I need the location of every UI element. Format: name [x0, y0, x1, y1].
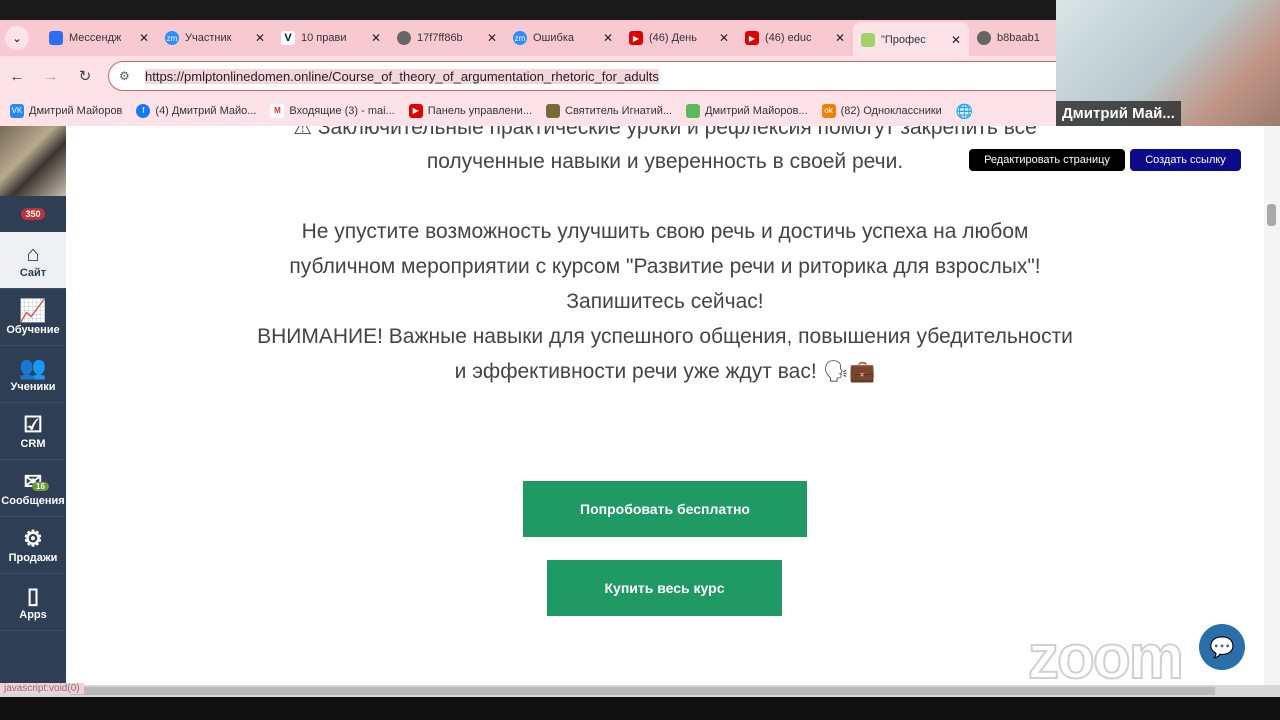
globe-bookmark-icon[interactable]: 🌐 — [956, 103, 973, 120]
content-text: ⚠ Заключительные практические уроки и ре… — [293, 126, 1037, 139]
buy-course-button[interactable]: Купить весь курс — [547, 560, 782, 616]
globe-icon — [977, 31, 991, 45]
youtube-icon: ▶ — [745, 31, 759, 45]
sidebar-item-sales[interactable]: ⚙ Продажи — [0, 517, 66, 574]
sidebar-item-apps[interactable]: ▯ Apps — [0, 574, 66, 631]
green-square-icon — [686, 104, 701, 118]
close-tab-icon[interactable]: ✕ — [951, 33, 961, 47]
forward-icon[interactable]: → — [34, 68, 68, 85]
sidebar-item-crm[interactable]: ☑ CRM — [0, 403, 66, 460]
gmail-icon: M — [270, 104, 285, 118]
zoom-icon: zm — [165, 31, 179, 45]
sidebar: 350 ⌂ Сайт 📈 Обучение 👥 Ученики ☑ CRM ✉ 16 Соо… — [0, 126, 66, 685]
sidebar-item-learning[interactable]: 📈 Обучение — [0, 289, 66, 346]
tab[interactable]: zm Ошибка ✕ — [505, 22, 621, 54]
bookmark[interactable]: ▶ Панель управлени... — [408, 104, 532, 118]
notification-badge: 350 — [21, 208, 45, 220]
odnoklassniki-icon: ok — [821, 104, 836, 118]
bookmark[interactable]: ok (82) Одноклассники — [821, 104, 942, 118]
content-text: ВНИМАНИЕ! Важные навыки для успешного об… — [257, 325, 1073, 348]
content-text: и эффективности речи уже ждут вас! 🗣💼 — [454, 360, 876, 383]
tab[interactable]: V 10 прави ✕ — [273, 22, 389, 54]
avatar[interactable] — [0, 126, 66, 196]
tab[interactable]: ▶ (46) educ ✕ — [737, 22, 853, 54]
url-input[interactable]: ⚙ https://pmlptonlinedomen.online/Course… — [108, 61, 1108, 91]
chart-icon: 📈 — [19, 298, 47, 323]
facebook-icon: f — [136, 104, 151, 118]
users-icon: 👥 — [19, 355, 47, 380]
tab[interactable]: ▶ (46) День ✕ — [621, 22, 737, 54]
sidebar-item-site[interactable]: ⌂ Сайт — [0, 232, 66, 289]
try-free-button[interactable]: Попробовать бесплатно — [523, 481, 807, 537]
icon-image — [546, 104, 560, 118]
close-tab-icon[interactable]: ✕ — [139, 31, 149, 45]
edit-page-button[interactable]: Редактировать страницу — [969, 149, 1125, 171]
tab[interactable]: 17f7ff86b ✕ — [389, 22, 505, 54]
youtube-icon: ▶ — [629, 31, 643, 45]
zoom-icon: zm — [513, 31, 527, 45]
sidebar-item-students[interactable]: 👥 Ученики — [0, 346, 66, 403]
checkbox-icon: ☑ — [23, 412, 43, 437]
vk-icon: VK — [10, 104, 24, 118]
messages-badge: 16 — [32, 482, 49, 491]
close-tab-icon[interactable]: ✕ — [255, 31, 265, 45]
tab-active[interactable]: "Профес ✕ — [853, 22, 969, 58]
safe-icon: ⚙ — [23, 526, 43, 551]
tab-search-button[interactable]: ⌄ — [5, 26, 29, 50]
bookmark[interactable]: Дмитрий Майоров... — [686, 104, 808, 118]
tab[interactable]: Мессендж ✕ — [41, 22, 157, 54]
content-text: Не упустите возможность улучшить свою ре… — [301, 220, 1029, 243]
vertical-scrollbar[interactable] — [1264, 126, 1280, 685]
close-tab-icon[interactable]: ✕ — [603, 31, 613, 45]
back-icon[interactable]: ← — [0, 68, 34, 85]
tab[interactable]: zm Участник ✕ — [157, 22, 273, 54]
close-tab-icon[interactable]: ✕ — [835, 31, 845, 45]
content-text: Запишитесь сейчас! — [566, 290, 764, 313]
close-tab-icon[interactable]: ✕ — [719, 31, 729, 45]
bookmark[interactable]: Святитель Игнатий... — [546, 104, 672, 118]
site-icon — [861, 33, 875, 47]
phone-icon: ▯ — [26, 583, 40, 608]
content-text: публичном мероприятии с курсом "Развитие… — [289, 255, 1041, 278]
notifications[interactable]: 350 — [0, 196, 66, 232]
chat-bubble-button[interactable]: 💬 — [1199, 624, 1245, 670]
chat-icon: 💬 — [1209, 636, 1235, 659]
youtube-icon: ▶ — [408, 104, 423, 118]
bookmark[interactable]: VK Дмитрий Майоров — [10, 104, 122, 118]
bookmark[interactable]: f (4) Дмитрий Майо... — [136, 104, 256, 118]
scrollbar-thumb[interactable] — [70, 687, 1215, 695]
scrollbar-thumb[interactable] — [1267, 204, 1276, 226]
create-link-button[interactable]: Создать ссылку — [1130, 149, 1241, 171]
home-icon: ⌂ — [26, 241, 40, 266]
page-content: ⚠ Заключительные практические уроки и ре… — [66, 126, 1264, 685]
reload-icon[interactable]: ↻ — [68, 67, 102, 85]
status-bar-text: javascript:void(0) — [0, 683, 84, 694]
close-tab-icon[interactable]: ✕ — [371, 31, 381, 45]
site-settings-icon[interactable]: ⚙ — [119, 69, 137, 83]
tab-strip: ⌄ Мессендж ✕ zm Участник ✕ V 10 прави ✕ 17f7f… — [0, 20, 1085, 58]
close-tab-icon[interactable]: ✕ — [487, 31, 497, 45]
bookmark[interactable]: M Входящие (3) - mai... — [270, 104, 395, 118]
sidebar-item-messages[interactable]: ✉ 16 Сообщения — [0, 460, 66, 517]
horizontal-scrollbar[interactable] — [0, 685, 1280, 697]
globe-icon — [397, 31, 411, 45]
v-icon: V — [281, 31, 295, 45]
zoom-watermark: zoom — [1027, 622, 1185, 693]
video-participant-tile: Дмитрий Май... — [1056, 0, 1280, 126]
participant-name: Дмитрий Май... — [1056, 101, 1181, 126]
messenger-icon — [49, 31, 63, 45]
